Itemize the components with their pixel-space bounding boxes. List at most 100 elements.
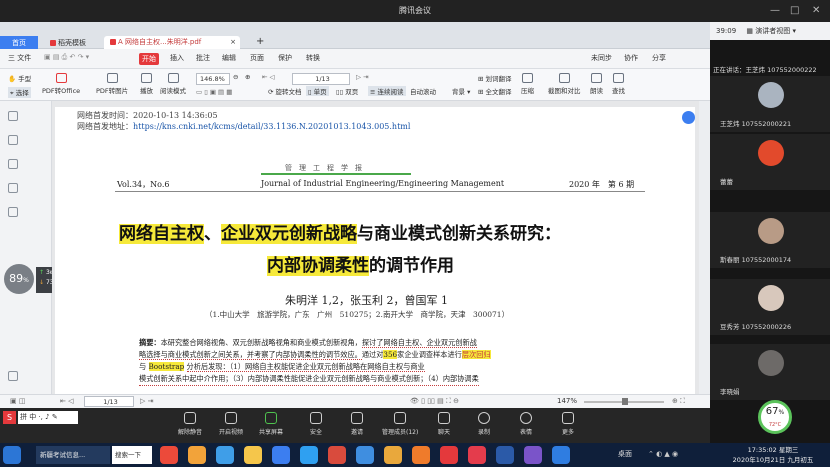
read-mode-button[interactable]: 阅读模式 <box>160 73 186 95</box>
menu-sync[interactable]: 未同步 <box>591 53 612 63</box>
chat-button[interactable]: 聊天 <box>438 412 450 436</box>
meta-address-link[interactable]: https://kns.cnki.net/kcms/detail/33.1136… <box>133 122 410 131</box>
hand-tool[interactable]: ✋ 手型 <box>8 73 31 83</box>
share-screen-button[interactable]: 共享屏幕 <box>259 412 283 436</box>
nav-prev-icons[interactable]: ⇤ ◁ <box>262 73 275 81</box>
continuous-read-button[interactable]: ≡ 连续阅读 <box>368 86 406 96</box>
video-button[interactable]: 开启视频 <box>219 412 243 436</box>
vertical-scrollbar[interactable] <box>699 101 710 394</box>
auto-scroll-button[interactable]: 自动滚动 <box>410 86 436 96</box>
menu-collab[interactable]: 协作 <box>624 53 638 63</box>
tab-close-icon[interactable]: × <box>230 36 236 48</box>
app-icon[interactable] <box>384 446 402 464</box>
rotate-button[interactable]: ⟳ 旋转文档 <box>268 86 302 96</box>
signature-icon[interactable] <box>8 207 18 217</box>
invite-button[interactable]: 邀请 <box>351 412 363 436</box>
zoom-out-icon[interactable]: ⊖ <box>233 73 238 81</box>
app-icon[interactable] <box>300 446 318 464</box>
translate-button[interactable]: ⊞ 全文翻译 <box>478 86 512 96</box>
pdf-to-office-button[interactable]: PDF转Office <box>42 73 80 95</box>
desktop-label[interactable]: 桌面 <box>618 449 632 459</box>
screenshot-compare-button[interactable]: 截图和对比 <box>548 73 581 95</box>
tray-icons[interactable]: ⌃ ◐ ▲ ◉ <box>648 450 678 458</box>
pdf-to-image-button[interactable]: PDF转图片 <box>96 73 128 95</box>
status-nav-prev[interactable]: ⇤ ◁ <box>60 397 73 405</box>
taskbar-search[interactable]: 搜索一下 <box>112 446 152 464</box>
participant-tile-2[interactable]: 蕾蕾 <box>710 134 830 190</box>
menu-protect[interactable]: 保护 <box>278 53 292 63</box>
double-page-button[interactable]: ▯▯ 双页 <box>336 86 358 96</box>
nav-next-icons[interactable]: ▷ ⇥ <box>356 73 369 81</box>
tab-pdf[interactable]: A 网络自主权...朱明洋.pdf × <box>104 36 240 49</box>
thumbnail-icon[interactable] <box>8 135 18 145</box>
menu-edit[interactable]: 编辑 <box>222 53 236 63</box>
meeting-app-icon[interactable] <box>356 446 374 464</box>
menu-file[interactable]: 三 文件 <box>8 53 31 63</box>
status-fit-icons[interactable]: ⊕ ⛶ <box>672 397 685 406</box>
ime-bar[interactable]: 拼 中 ·, ♪ ✎ <box>18 411 78 424</box>
status-page-input[interactable]: 1/13 <box>84 396 134 407</box>
word-translate-button[interactable]: ⊞ 划词翻译 <box>478 73 512 83</box>
settings-icon[interactable] <box>8 371 18 381</box>
folder-icon[interactable] <box>244 446 262 464</box>
close-icon[interactable]: ✕ <box>812 0 820 22</box>
participant-tile-4[interactable]: 豆秀芳 107552000226 <box>710 279 830 335</box>
app-icon[interactable] <box>216 446 234 464</box>
app-icon[interactable] <box>552 446 570 464</box>
zoom-input[interactable]: 146.8% <box>196 73 230 85</box>
status-nav-next[interactable]: ▷ ⇥ <box>140 397 153 405</box>
compress-button[interactable]: 压缩 <box>521 73 534 95</box>
view-icons[interactable]: ▭ ▯ ▣ ▤ ▦ <box>196 88 232 96</box>
bookmark-icon[interactable] <box>8 111 18 121</box>
menu-share[interactable]: 分享 <box>652 53 666 63</box>
participant-tile-5[interactable]: 李晓娟 <box>710 344 830 400</box>
find-button[interactable]: 查找 <box>612 73 625 95</box>
app-icon[interactable] <box>468 446 486 464</box>
menu-page[interactable]: 页面 <box>250 53 264 63</box>
comment-icon[interactable] <box>8 159 18 169</box>
taskbar-browser[interactable]: 新疆考试信息... <box>36 446 110 464</box>
app-icon[interactable] <box>188 446 206 464</box>
new-tab-button[interactable]: + <box>250 34 270 50</box>
more-button[interactable]: 更多 <box>562 412 574 436</box>
wps-icon[interactable] <box>440 446 458 464</box>
menu-convert[interactable]: 转换 <box>306 53 320 63</box>
firefox-icon[interactable] <box>412 446 430 464</box>
menu-quick-icons[interactable]: ▣ ▤ ⎙ ↶ ↷ ▾ <box>44 53 89 62</box>
maximize-icon[interactable]: □ <box>790 0 799 22</box>
members-button[interactable]: 管理成员(12) <box>382 412 418 436</box>
status-zoom[interactable]: 147% <box>557 397 577 405</box>
thumbnail-toggle-icon[interactable]: ▣ ◫ <box>10 397 25 405</box>
app-icon[interactable] <box>272 446 290 464</box>
reactions-button[interactable]: 表情 <box>520 412 532 436</box>
zoom-slider-handle[interactable] <box>622 398 628 405</box>
menu-insert[interactable]: 插入 <box>170 53 184 63</box>
sogou-ime-icon[interactable]: S <box>3 411 16 424</box>
background-button[interactable]: 背景 ▾ <box>452 86 470 96</box>
zoom-in-icon[interactable]: ⊕ <box>245 73 250 81</box>
float-tool-icon[interactable] <box>682 111 695 124</box>
status-view-icons[interactable]: 👁 ▯ ▯▯ ▤ ⛶ ⊖ <box>410 397 459 406</box>
tab-home[interactable]: 首页 <box>0 36 38 49</box>
app-icon[interactable] <box>328 446 346 464</box>
participant-tile-3[interactable]: 斯春丽 107552000174 <box>710 212 830 268</box>
speaker-view-button[interactable]: ▦ 演讲者视图 ▾ <box>746 27 796 35</box>
word-icon[interactable] <box>496 446 514 464</box>
menu-annotate[interactable]: 批注 <box>196 53 210 63</box>
app-icon[interactable] <box>160 446 178 464</box>
start-icon[interactable] <box>3 446 21 464</box>
minimize-icon[interactable]: — <box>770 0 780 22</box>
security-button[interactable]: 安全 <box>310 412 322 436</box>
attachment-icon[interactable] <box>8 183 18 193</box>
read-aloud-button[interactable]: 朗读 <box>590 73 603 95</box>
app-icon[interactable] <box>524 446 542 464</box>
single-page-button[interactable]: ▯ 单页 <box>306 86 329 96</box>
page-input[interactable]: 1/13 <box>292 73 350 85</box>
participant-tile-1[interactable]: 王芝炜 107552000221 <box>710 76 830 132</box>
speaker-icon <box>591 73 602 83</box>
menu-start[interactable]: 开始 <box>139 53 159 65</box>
select-tool[interactable]: ⌖ 选择 <box>8 87 31 98</box>
mute-button[interactable]: 解除静音 <box>178 412 202 436</box>
record-button[interactable]: 录制 <box>478 412 490 436</box>
play-button[interactable]: 播放 <box>140 73 153 95</box>
